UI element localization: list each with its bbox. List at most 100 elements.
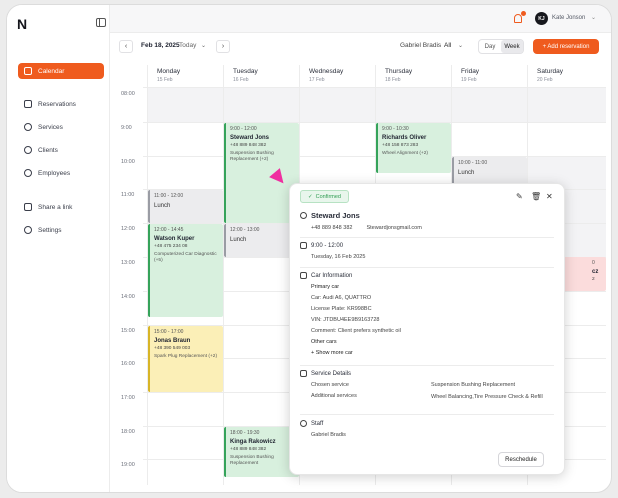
calendar-icon	[300, 242, 307, 249]
comment: Comment: Client prefers synthetic oil	[311, 328, 401, 334]
event-title: Steward Jons	[230, 135, 270, 141]
view-day-button[interactable]: Day	[479, 40, 501, 53]
trash-icon[interactable]: 🗑	[531, 193, 541, 201]
day-name: Friday	[461, 68, 480, 75]
employees-icon	[24, 169, 32, 177]
close-icon[interactable]: ✕	[546, 193, 554, 201]
car-icon	[300, 272, 307, 279]
event-title: cz	[592, 269, 599, 275]
day-name: Tuesday	[233, 68, 258, 75]
event-time: 12:00 - 14:45	[154, 227, 184, 233]
sidebar-item-employees[interactable]: Employees	[18, 165, 104, 181]
sidebar-item-label: Clients	[38, 146, 58, 154]
time-label: 12:00	[121, 226, 135, 232]
sidebar-item-label: Employees	[38, 169, 71, 177]
time-label: 15:00	[121, 328, 135, 334]
event-phone: +48 889 848 382	[230, 447, 267, 452]
edit-icon[interactable]: ✎	[516, 193, 524, 201]
scissors-icon	[24, 123, 32, 131]
sidebar-item-clients[interactable]: Clients	[18, 142, 104, 158]
next-week-button[interactable]: ›	[216, 40, 230, 53]
prev-week-button[interactable]: ‹	[119, 40, 133, 53]
show-more-car-link[interactable]: + Show more car	[311, 350, 556, 356]
sidebar-item-services[interactable]: Services	[18, 119, 104, 135]
time-label: 11:00	[121, 192, 135, 198]
primary-car-label: Primary car	[311, 284, 340, 290]
event-phone: +48 889 848 382	[230, 143, 267, 148]
reservations-icon	[24, 100, 32, 108]
closed-hours	[147, 87, 606, 122]
event-phone: +48 158 873 283	[382, 143, 419, 148]
sidebar-item-label: Share a link	[38, 203, 73, 211]
add-reservation-button[interactable]: + Add reservation	[533, 39, 599, 54]
day-date: 15 Feb	[157, 77, 173, 83]
employee-filter-select[interactable]: All	[444, 42, 451, 49]
day-name: Monday	[157, 68, 181, 75]
additional-services-value: Wheel Balancing,Tire Pressure Check & Re…	[431, 394, 543, 400]
reschedule-button[interactable]: Reschedule	[498, 452, 544, 467]
day-header: Thursday 18 Feb	[375, 65, 451, 87]
status-label: Confirmed	[315, 193, 341, 200]
event-time: 9:00 - 12:00	[230, 126, 257, 132]
link-icon	[24, 203, 32, 211]
today-button[interactable]: Today	[179, 42, 196, 49]
sidebar: N Calendar Reservations Services Clients…	[7, 5, 110, 492]
day-header: Tuesday 16 Feb	[223, 65, 299, 87]
chosen-service-label: Chosen service	[311, 382, 349, 388]
event-time: 15:00 - 17:00	[154, 329, 184, 335]
time-label: 9:00	[121, 125, 132, 131]
event-title: Watson Kuper	[154, 236, 195, 242]
logo: N	[17, 16, 28, 32]
chevron-down-icon[interactable]: ⌄	[201, 42, 206, 49]
event-title: Richards Oliver	[382, 135, 427, 141]
chevron-down-icon[interactable]: ⌄	[458, 42, 463, 49]
avatar[interactable]: KJ	[535, 12, 548, 25]
sidebar-item-settings[interactable]: Settings	[18, 222, 104, 238]
event-card[interactable]: 15:00 - 17:00 Jonas Braun +48 390 549 00…	[148, 326, 223, 392]
staff-icon	[300, 420, 307, 427]
event-title: Lunch	[154, 203, 171, 209]
sidebar-item-label: Reservations	[38, 100, 76, 108]
sidebar-item-reservations[interactable]: Reservations	[18, 96, 104, 112]
reservation-detail-popup: ✓ Confirmed ✎ 🗑 ✕ Steward Jons +48 889 8…	[289, 183, 565, 475]
bell-icon[interactable]	[514, 14, 522, 23]
time-label: 18:00	[121, 429, 135, 435]
view-week-button[interactable]: Week	[501, 40, 523, 53]
day-date: 19 Feb	[461, 77, 477, 83]
time-label: 19:00	[121, 462, 135, 468]
clients-icon	[24, 146, 32, 154]
event-service: Suspension Bushing Replacement (+2)	[230, 151, 274, 162]
event-service: Wheel Alignment (+2)	[382, 151, 428, 156]
event-time: 12:00 - 13:00	[230, 227, 260, 233]
time-label: 14:00	[121, 294, 135, 300]
additional-services-label: Additional services	[311, 393, 357, 399]
event-card[interactable]: 9:00 - 10:30 Richards Oliver +48 158 873…	[376, 123, 451, 173]
event-time: 11:00 - 12:00	[154, 193, 184, 199]
chevron-down-icon[interactable]: ⌄	[591, 14, 596, 21]
time-range: 9:00 - 12:00	[311, 242, 344, 249]
day-header: Wednesday 17 Feb	[299, 65, 375, 87]
event-card[interactable]: 11:00 - 12:00 Lunch	[148, 190, 223, 223]
event-title: Lunch	[458, 170, 475, 176]
gear-icon	[24, 226, 32, 234]
staff-header: Staff	[311, 420, 324, 427]
event-card[interactable]: 12:00 - 14:45 Watson Kuper +48 475 234 0…	[148, 224, 223, 317]
time-label: 17:00	[121, 395, 135, 401]
event-title: Lunch	[230, 237, 247, 243]
event-card[interactable]: 12:00 - 13:00 Lunch	[224, 224, 299, 257]
sidebar-item-calendar[interactable]: Calendar	[18, 63, 104, 79]
day-date: 16 Feb	[233, 77, 249, 83]
event-card[interactable]: 9:00 - 12:00 Steward Jons +48 889 848 38…	[224, 123, 299, 223]
sidebar-item-share-link[interactable]: Share a link	[18, 199, 104, 215]
event-card[interactable]: 18:00 - 19:30 Kinga Rakowicz +48 889 848…	[224, 427, 299, 477]
service-section: Service Details Chosen service Suspensio…	[300, 370, 556, 401]
sidebar-collapse-icon[interactable]	[96, 18, 106, 27]
sidebar-item-label: Calendar	[38, 67, 65, 75]
time-section: 9:00 - 12:00 Tuesday, 16 Feb 2025	[300, 242, 556, 260]
time-label: 16:00	[121, 361, 135, 367]
event-time: 9:00 - 10:30	[382, 126, 409, 132]
user-name[interactable]: Kate Jonson	[552, 15, 585, 21]
current-date[interactable]: Feb 18, 2025	[141, 42, 180, 49]
time-label: 10:00	[121, 159, 135, 165]
day-name: Thursday	[385, 68, 413, 75]
